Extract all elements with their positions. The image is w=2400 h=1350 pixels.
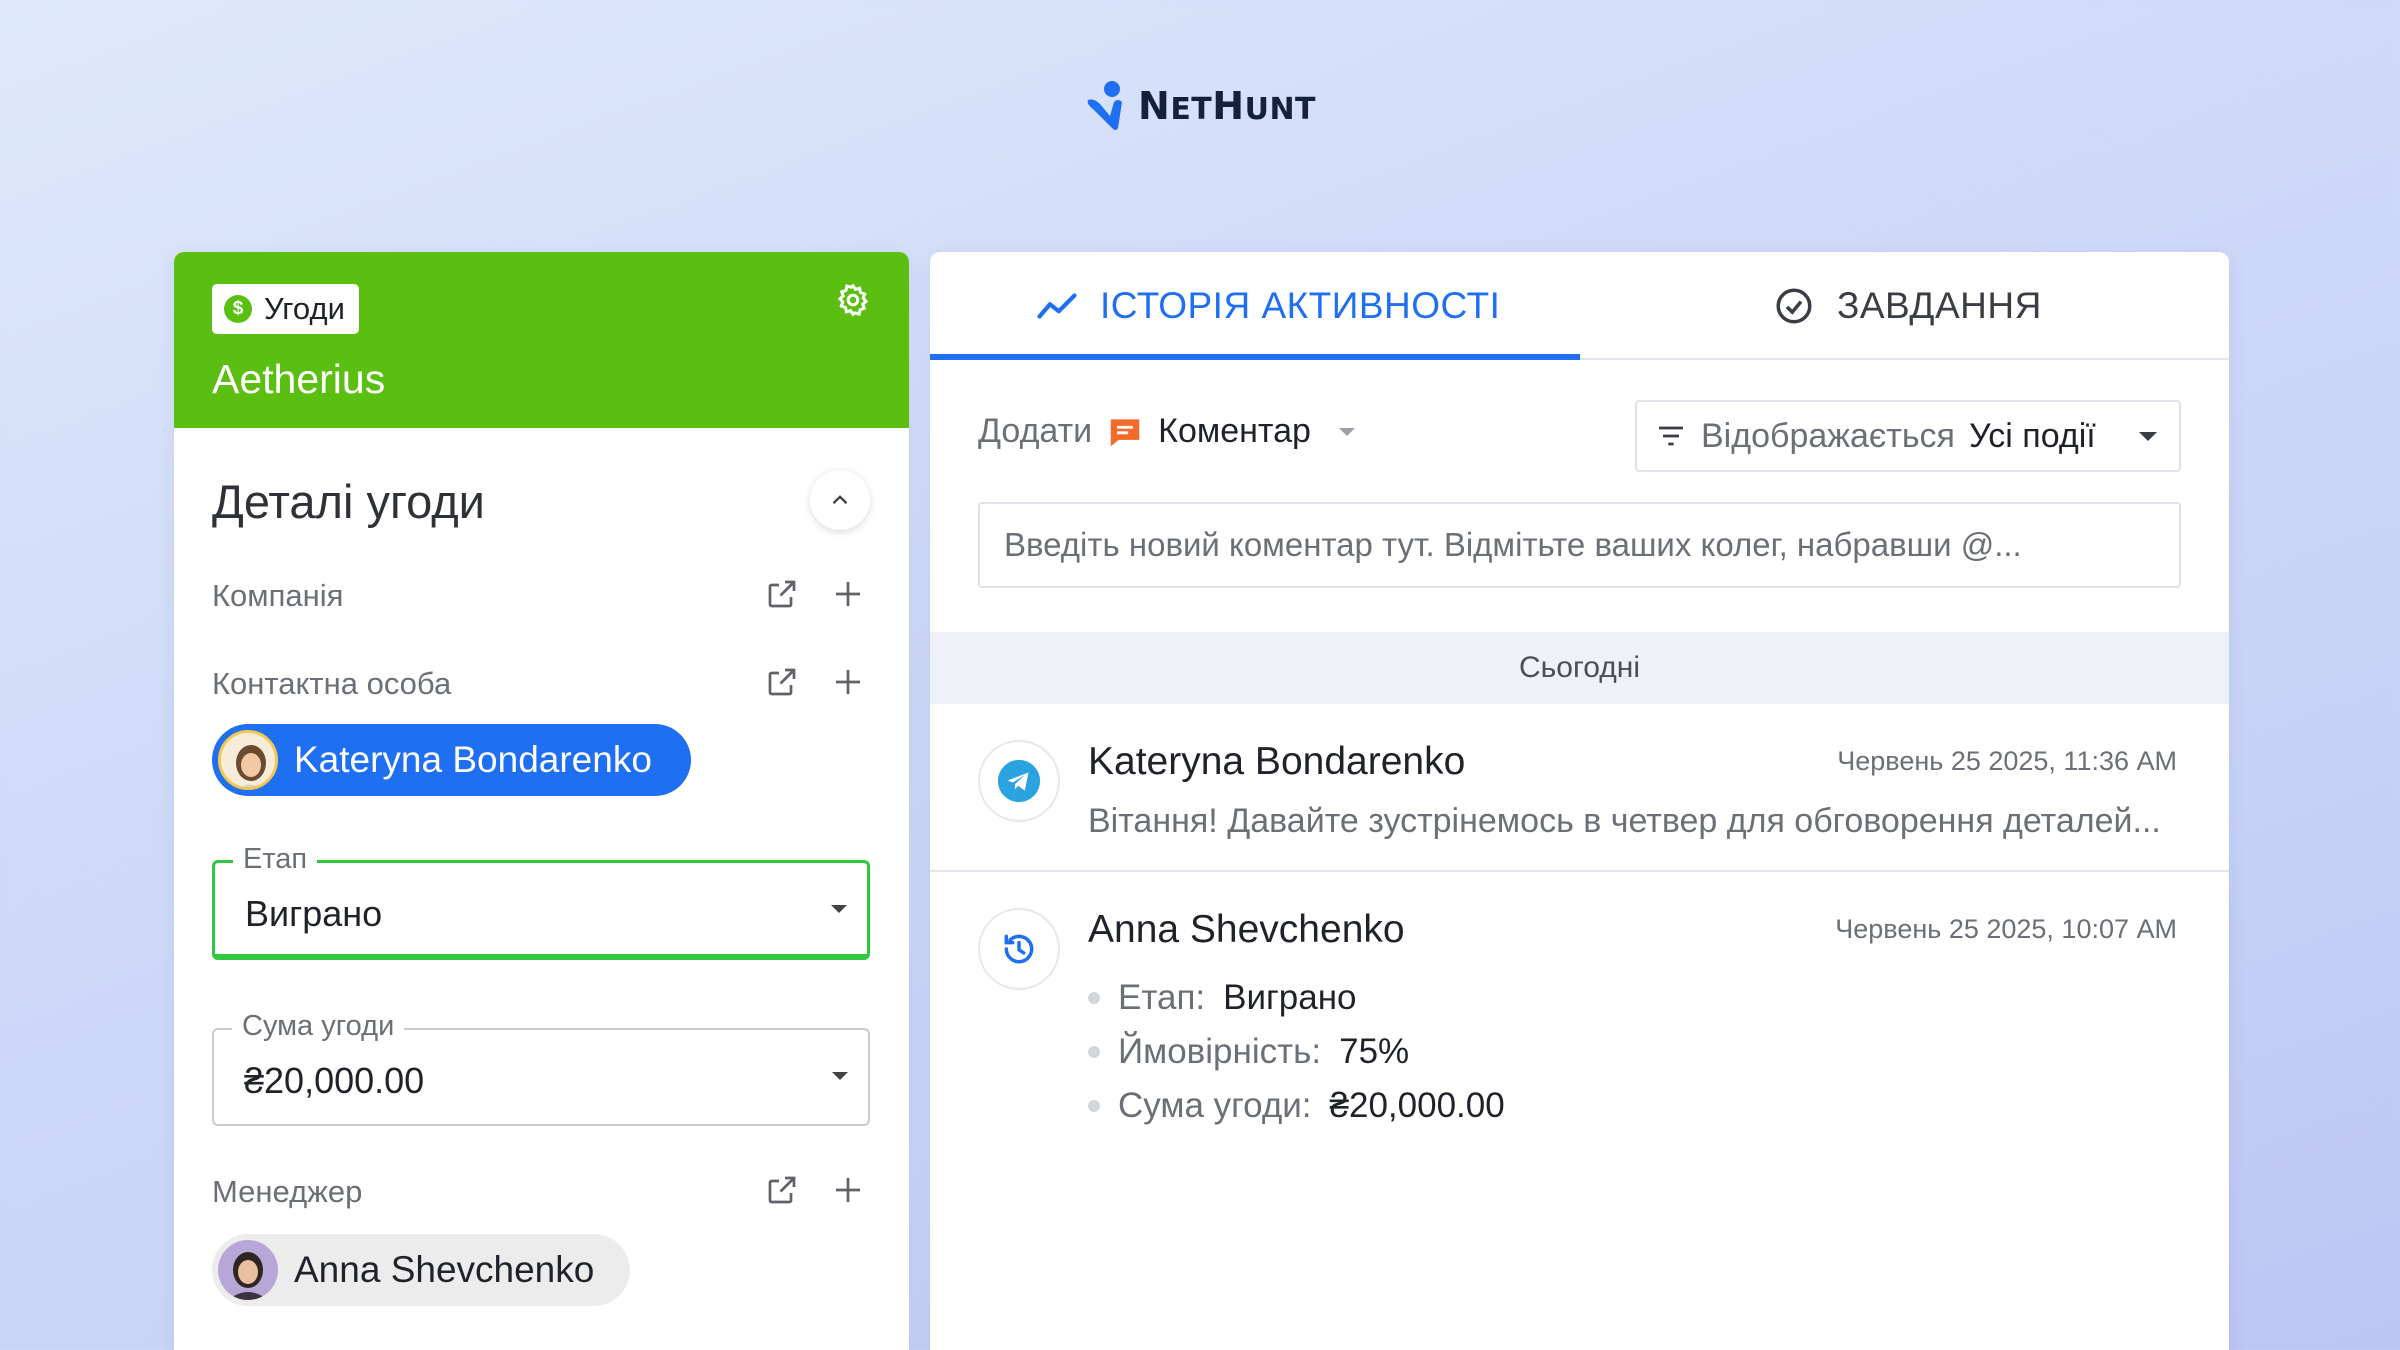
chevron-up-icon: [832, 495, 848, 505]
filter-icon: [1659, 426, 1683, 446]
tab-bar: ІСТОРІЯ АКТИВНОСТІ ЗАВДАННЯ: [930, 252, 2229, 360]
change-key: Ймовірність:: [1118, 1032, 1322, 1071]
change-value: ₴20,000.00: [1329, 1086, 1505, 1125]
tab-activity-history[interactable]: ІСТОРІЯ АКТИВНОСТІ: [1036, 252, 1500, 360]
tab-activity-label: ІСТОРІЯ АКТИВНОСТІ: [1100, 285, 1501, 326]
avatar: [218, 730, 278, 790]
deal-name: Aetherius: [212, 356, 386, 402]
deal-panel: $ Угоди Aetherius Деталі угоди Компанія …: [174, 252, 909, 1350]
open-external-icon[interactable]: [764, 576, 800, 612]
change-key: Етап:: [1118, 978, 1206, 1017]
amount-label: Сума угоди: [232, 1010, 405, 1043]
bullet-icon: [1088, 1100, 1100, 1112]
day-separator: Сьогодні: [930, 632, 2229, 704]
add-icon[interactable]: [830, 664, 866, 700]
collapse-button[interactable]: [810, 470, 870, 530]
activity-author: Kateryna Bondarenko: [1088, 740, 1466, 783]
bullet-icon: [1088, 1046, 1100, 1058]
activity-item[interactable]: Anna Shevchenko Червень 25 2025, 10:07 A…: [930, 872, 2229, 1172]
activity-item[interactable]: Kateryna Bondarenko Червень 25 2025, 11:…: [930, 704, 2229, 872]
add-icon[interactable]: [830, 1172, 866, 1208]
change-value: Виграно: [1223, 978, 1357, 1017]
caret-down-icon: [832, 1072, 848, 1080]
amount-value: ₴20,000.00: [244, 1060, 425, 1101]
comment-type: Коментар: [1158, 412, 1311, 450]
dollar-icon: $: [224, 295, 252, 323]
deal-header: $ Угоди Aetherius: [174, 252, 909, 428]
manager-chip[interactable]: Anna Shevchenko: [212, 1234, 630, 1306]
avatar: [218, 1240, 278, 1300]
stage-select[interactable]: Етап Виграно: [212, 843, 870, 960]
add-label: Додати: [978, 412, 1093, 450]
activity-author: Anna Shevchenko: [1088, 908, 1405, 951]
caret-down-icon[interactable]: [1338, 427, 1355, 436]
change-row: Сума угоди: ₴20,000.00: [1088, 1086, 1505, 1126]
event-filter-select[interactable]: Відображається Усі події: [1635, 400, 2181, 472]
open-external-icon[interactable]: [764, 664, 800, 700]
stage-label: Етап: [233, 843, 318, 876]
filter-value: Усі події: [1968, 416, 2096, 455]
nethunt-logo-icon: [1087, 81, 1122, 130]
company-label: Компанія: [212, 578, 344, 613]
activity-panel: ІСТОРІЯ АКТИВНОСТІ ЗАВДАННЯ Додати Комен…: [930, 252, 2229, 1350]
add-comment-row[interactable]: Додати Коментар: [978, 412, 1355, 451]
deals-badge[interactable]: $ Угоди: [212, 284, 359, 334]
change-row: Етап: Виграно: [1088, 978, 1357, 1018]
add-icon[interactable]: [830, 576, 866, 612]
check-circle-icon: [1776, 288, 1812, 324]
comment-icon: [1110, 418, 1140, 446]
activity-timestamp: Червень 25 2025, 10:07 AM: [1835, 914, 2177, 944]
open-external-icon[interactable]: [764, 1172, 800, 1208]
change-key: Сума угоди:: [1118, 1086, 1312, 1125]
activity-timestamp: Червень 25 2025, 11:36 AM: [1837, 746, 2177, 776]
nethunt-logo: NETHUNT: [1084, 78, 1316, 134]
stage-value: Виграно: [245, 893, 383, 934]
comment-input[interactable]: Введіть новий коментар тут. Відмітьте ва…: [978, 502, 2181, 588]
contact-name: Kateryna Bondarenko: [294, 739, 652, 780]
section-title: Деталі угоди: [212, 475, 485, 528]
bullet-icon: [1088, 992, 1100, 1004]
history-icon: [978, 908, 1060, 990]
change-row: Ймовірність: 75%: [1088, 1032, 1409, 1072]
telegram-icon: [978, 740, 1060, 822]
gear-icon[interactable]: [835, 282, 871, 318]
activity-message: Вітання! Давайте зустрінемось в четвер д…: [1088, 802, 2161, 840]
manager-name: Anna Shevchenko: [294, 1249, 595, 1290]
deals-badge-label: Угоди: [264, 291, 345, 326]
tab-active-indicator: [930, 354, 1580, 360]
tab-tasks[interactable]: ЗАВДАННЯ: [1773, 252, 2042, 360]
tab-tasks-label: ЗАВДАННЯ: [1837, 285, 2042, 326]
caret-down-icon: [831, 905, 847, 913]
change-value: 75%: [1339, 1032, 1410, 1071]
amount-select[interactable]: Сума угоди ₴20,000.00: [212, 1010, 870, 1126]
activity-icon: [1037, 293, 1077, 319]
caret-down-icon: [2139, 432, 2157, 441]
filter-label: Відображається: [1701, 416, 1955, 455]
contact-chip[interactable]: Kateryna Bondarenko: [212, 724, 691, 796]
logo-text: NETHUNT: [1138, 84, 1317, 128]
manager-label: Менеджер: [212, 1174, 363, 1209]
contact-label: Контактна особа: [212, 666, 452, 701]
